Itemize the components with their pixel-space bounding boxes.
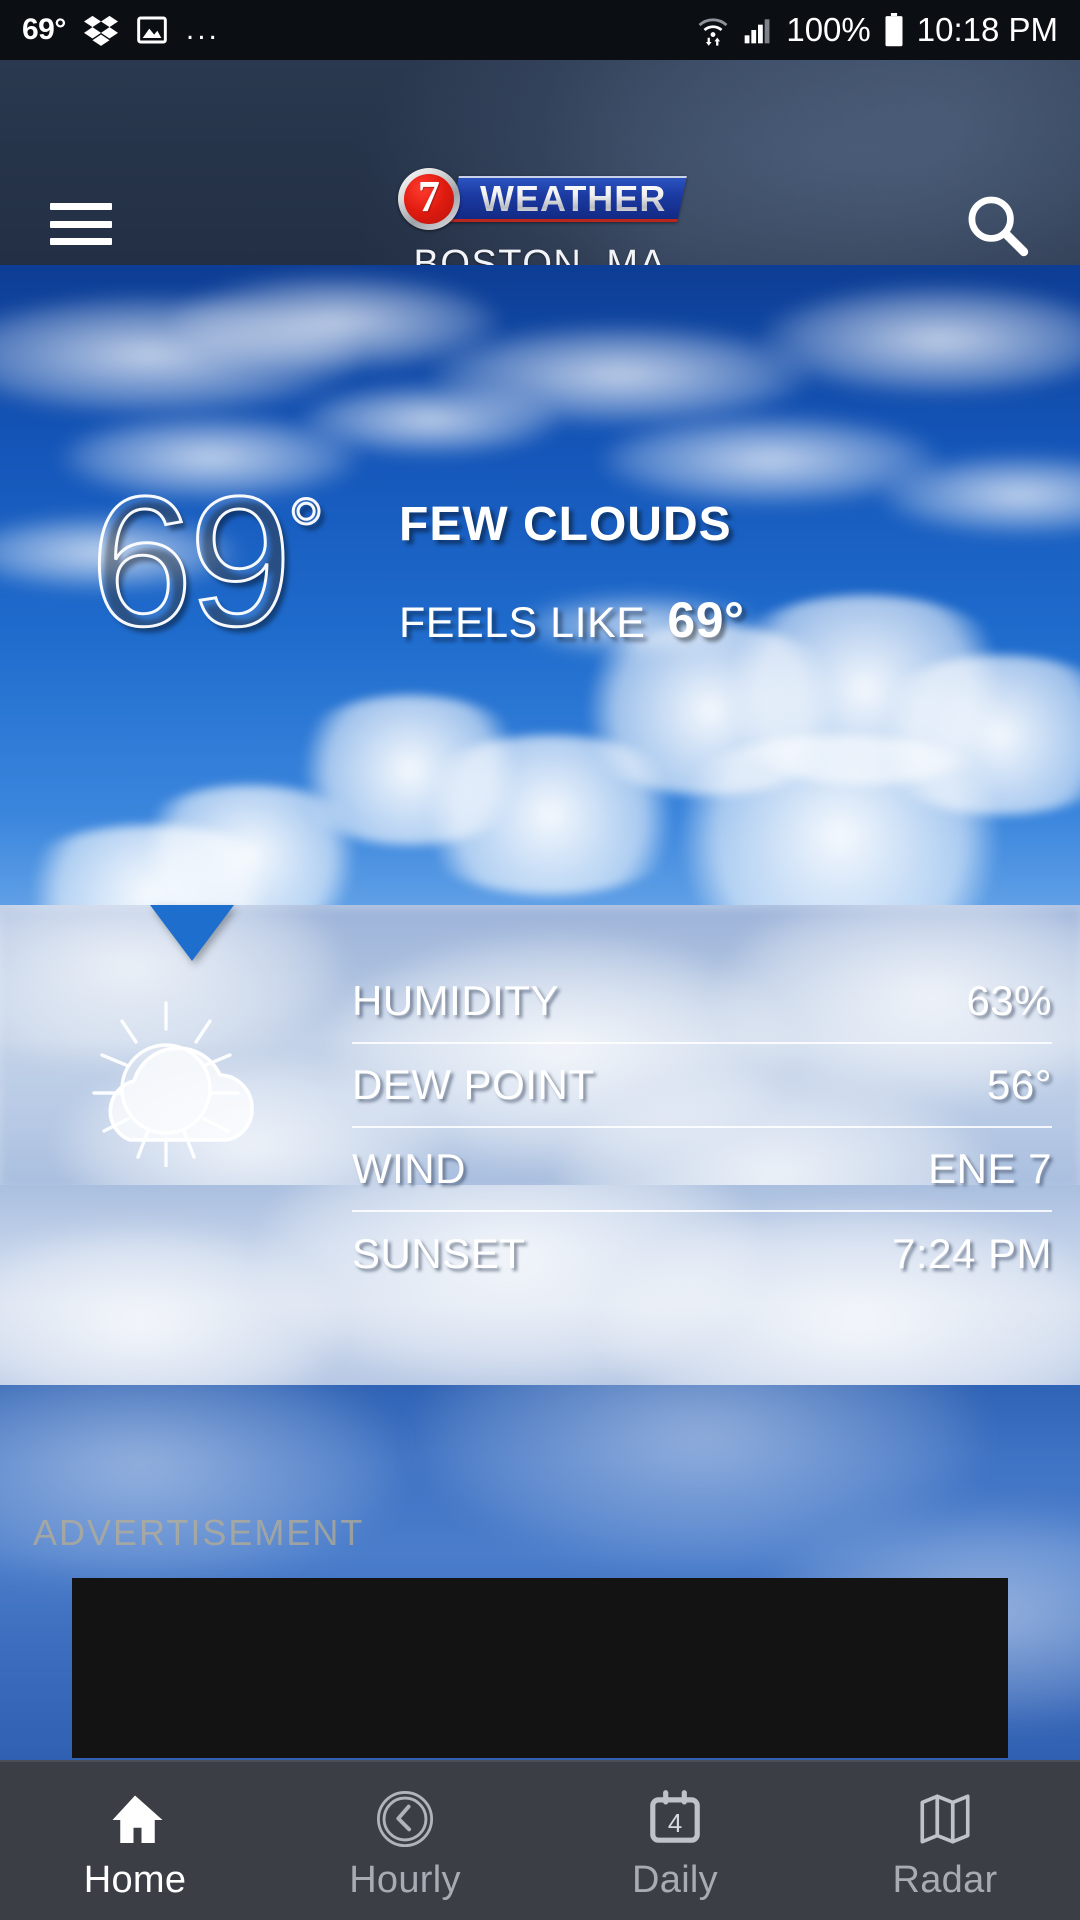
current-temperature: 69° — [89, 468, 327, 656]
dropbox-icon — [83, 13, 118, 47]
detail-label: WIND — [352, 1145, 466, 1192]
detail-row-wind: WIND ENE 7 — [352, 1128, 1052, 1212]
nav-label-hourly: Hourly — [349, 1858, 461, 1901]
search-icon[interactable] — [962, 190, 1032, 260]
advertisement-banner[interactable] — [72, 1578, 1008, 1758]
feels-like-label: FEELS LIKE — [399, 599, 646, 647]
bottom-navigation: Home Hourly 4 Daily Radar — [0, 1760, 1080, 1920]
feels-like-value: 69° — [667, 592, 745, 648]
app-logo: 7 WEATHER — [0, 168, 1080, 230]
current-condition: FEW CLOUDS — [399, 498, 732, 551]
feels-like: FEELS LIKE 69° — [399, 591, 745, 649]
detail-row-sunset: SUNSET 7:24 PM — [352, 1212, 1052, 1296]
status-bar-left: 69° ... — [22, 13, 220, 47]
status-clock: 10:18 PM — [916, 11, 1058, 48]
status-overflow-icon: ... — [185, 13, 220, 46]
detail-value: 7:24 PM — [892, 1230, 1052, 1277]
detail-row-humidity: HUMIDITY 63% — [352, 960, 1052, 1044]
battery-full-icon — [883, 13, 905, 47]
degree-symbol: ° — [286, 480, 326, 583]
detail-label: HUMIDITY — [352, 977, 559, 1024]
detail-label: SUNSET — [352, 1230, 526, 1277]
status-bar: 69° ... 100% 10:18 PM — [0, 0, 1080, 60]
clock-icon — [373, 1787, 437, 1851]
logo-banner: WEATHER — [448, 176, 688, 222]
calendar-icon: 4 — [643, 1787, 707, 1851]
sun-behind-cloud-icon — [78, 997, 298, 1167]
details-list: HUMIDITY 63% DEW POINT 56° WIND ENE 7 SU… — [352, 960, 1052, 1296]
detail-label: DEW POINT — [352, 1061, 595, 1108]
detail-row-dew-point: DEW POINT 56° — [352, 1044, 1052, 1128]
nav-item-hourly[interactable]: Hourly — [270, 1762, 540, 1920]
app-header: 7 WEATHER BOSTON, MA — [0, 60, 1080, 265]
cellular-signal-icon — [742, 14, 774, 46]
current-conditions-hero: 69° FEW CLOUDS FEELS LIKE 69° — [0, 265, 1080, 905]
logo-number: 7 — [403, 174, 454, 224]
nav-item-radar[interactable]: Radar — [810, 1762, 1080, 1920]
gallery-icon — [136, 14, 168, 46]
nav-label-home: Home — [83, 1858, 187, 1901]
wifi-icon — [696, 13, 730, 47]
current-temperature-value: 69 — [89, 459, 294, 665]
nav-label-radar: Radar — [892, 1858, 998, 1901]
battery-percent: 100% — [786, 11, 871, 48]
map-icon — [913, 1787, 977, 1851]
detail-value: ENE 7 — [928, 1145, 1052, 1192]
detail-value: 63% — [966, 977, 1052, 1024]
detail-value: 56° — [986, 1061, 1052, 1108]
temperature-block: 69° FEW CLOUDS FEELS LIKE 69° — [0, 265, 1080, 905]
nav-item-daily[interactable]: 4 Daily — [540, 1762, 810, 1920]
channel-7-logo-icon: 7 — [397, 168, 460, 230]
weather-app-screen: 69° ... 100% 10:18 PM 7 WEATHER BOSTON, … — [0, 0, 1080, 1920]
status-bar-right: 100% 10:18 PM — [696, 11, 1058, 49]
home-icon — [103, 1787, 167, 1851]
weather-details: HUMIDITY 63% DEW POINT 56° WIND ENE 7 SU… — [0, 905, 1080, 1385]
nav-label-daily: Daily — [632, 1858, 718, 1901]
logo-word: WEATHER — [479, 177, 667, 219]
page-title: BOSTON, MA — [413, 243, 667, 265]
status-temperature: 69° — [22, 13, 66, 46]
advertisement-label: ADVERTISEMENT — [33, 1512, 365, 1553]
calendar-badge-number: 4 — [668, 1809, 682, 1837]
nav-item-home[interactable]: Home — [0, 1762, 270, 1920]
